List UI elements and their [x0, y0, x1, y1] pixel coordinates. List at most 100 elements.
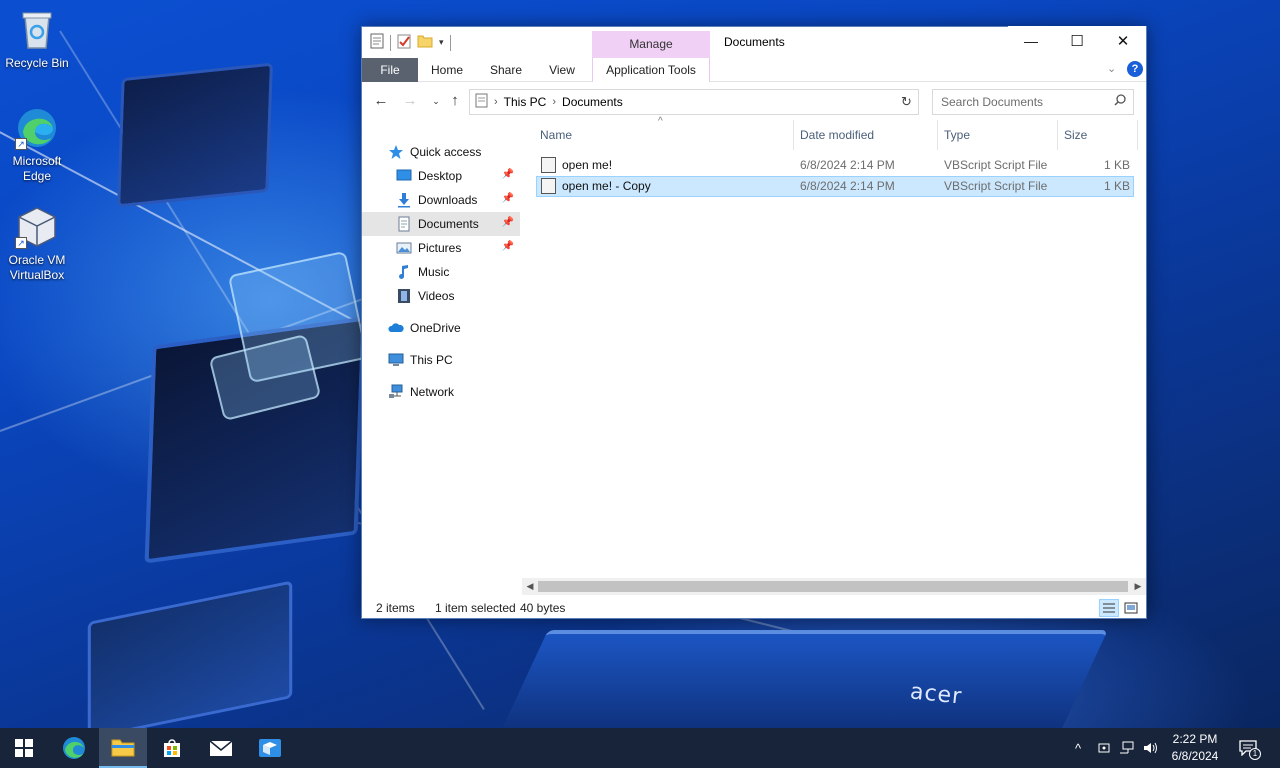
- close-button[interactable]: ✕: [1100, 26, 1146, 57]
- taskbar-store[interactable]: [148, 728, 196, 768]
- clock-time: 2:22 PM: [1172, 732, 1218, 746]
- close-icon: ✕: [1116, 33, 1130, 50]
- edge-icon: [63, 737, 85, 759]
- navigation-pane: Quick access Desktop 📌 Downloads 📌 Docum…: [362, 120, 520, 586]
- taskbar-file-explorer[interactable]: [99, 728, 147, 768]
- pin-icon[interactable]: 📌: [502, 241, 514, 252]
- forward-button[interactable]: →: [400, 90, 420, 112]
- vbscript-file-icon: [541, 178, 556, 194]
- laptop-graphic: [87, 580, 293, 728]
- nav-item-videos[interactable]: Videos: [362, 284, 520, 308]
- tab-home[interactable]: Home: [422, 58, 472, 82]
- taskbar-edge[interactable]: [50, 728, 98, 768]
- minimize-icon: —: [1024, 33, 1038, 49]
- file-type: VBScript Script File: [944, 158, 1048, 172]
- file-row[interactable]: open me! 6/8/2024 2:14 PM VBScript Scrip…: [536, 155, 1134, 176]
- system-clock[interactable]: 2:22 PM 6/8/2024: [1160, 731, 1230, 765]
- nav-item-label: Music: [418, 265, 450, 279]
- details-view-icon: [1103, 603, 1115, 613]
- toolbar-divider: [390, 34, 391, 51]
- show-hidden-icons-button[interactable]: ^: [1068, 728, 1088, 768]
- nav-item-label: Videos: [418, 289, 455, 303]
- breadcrumb-documents[interactable]: Documents: [562, 95, 623, 109]
- tab-view[interactable]: View: [540, 58, 584, 82]
- taskbar: ^ 2:22 PM 6/8/2024 1: [0, 728, 1280, 768]
- desktop-icon-virtualbox[interactable]: ↗ Oracle VM VirtualBox: [0, 205, 74, 283]
- column-header-size[interactable]: Size: [1058, 120, 1138, 150]
- virtualbox-cube-icon: ↗: [15, 205, 59, 249]
- breadcrumb-this-pc[interactable]: This PC: [504, 95, 547, 109]
- column-header-name[interactable]: Name: [534, 120, 794, 150]
- file-row-selected[interactable]: open me! - Copy 6/8/2024 2:14 PM VBScrip…: [536, 176, 1134, 197]
- new-folder-icon[interactable]: [417, 33, 433, 52]
- horizontal-scrollbar[interactable]: ◀ ▶: [522, 578, 1146, 595]
- toolbar-divider: [449, 34, 451, 51]
- shortcut-arrow-icon: ↗: [15, 138, 27, 150]
- nav-item-downloads[interactable]: Downloads 📌: [362, 188, 520, 212]
- window-title: Documents: [724, 35, 785, 49]
- maximize-button[interactable]: ☐: [1054, 26, 1100, 57]
- quick-access-toolbar: ▾: [370, 33, 451, 52]
- properties-icon[interactable]: [370, 33, 384, 52]
- large-icons-view-button[interactable]: [1121, 599, 1141, 617]
- network-tray-icon[interactable]: [1117, 728, 1137, 768]
- scroll-left-icon[interactable]: ◀: [522, 578, 538, 595]
- back-button[interactable]: ←: [371, 90, 391, 112]
- start-button[interactable]: [0, 728, 48, 768]
- taskbar-virtualbox[interactable]: [246, 728, 294, 768]
- customize-dropdown-icon[interactable]: ▾: [439, 37, 444, 48]
- file-size: 1 KB: [1103, 179, 1130, 193]
- search-box[interactable]: [932, 89, 1134, 115]
- details-view-button[interactable]: [1099, 599, 1119, 617]
- search-input[interactable]: [941, 90, 1111, 114]
- breadcrumb-separator-icon: ›: [494, 96, 498, 108]
- action-center-button[interactable]: 1: [1236, 728, 1261, 768]
- pin-icon[interactable]: 📌: [502, 169, 514, 180]
- desktop-icon-label: Oracle VM VirtualBox: [8, 253, 66, 282]
- nav-item-network[interactable]: Network: [362, 380, 520, 404]
- checkmark-icon[interactable]: [397, 33, 411, 52]
- item-count: 2 items: [376, 601, 415, 615]
- tab-share[interactable]: Share: [480, 58, 532, 82]
- nav-item-this-pc[interactable]: This PC: [362, 348, 520, 372]
- nav-item-label: Desktop: [418, 169, 463, 183]
- pin-icon[interactable]: 📌: [502, 217, 514, 228]
- column-header-date-modified[interactable]: Date modified: [794, 120, 938, 150]
- scrollbar-thumb[interactable]: [538, 581, 1128, 592]
- nav-item-label: Quick access: [410, 145, 482, 159]
- search-icon[interactable]: [1114, 94, 1126, 109]
- desktop-folder-icon: [396, 168, 412, 184]
- computer-icon: [388, 352, 404, 368]
- refresh-button[interactable]: ↻: [895, 89, 919, 115]
- manage-tab[interactable]: Manage: [592, 31, 710, 58]
- ribbon-tabs: File Home Share View Application Tools ⌄…: [362, 58, 1146, 82]
- expand-ribbon-icon[interactable]: ⌄: [1107, 62, 1116, 75]
- desktop-icon-recycle-bin[interactable]: Recycle Bin: [0, 8, 74, 71]
- nav-item-music[interactable]: Music: [362, 260, 520, 284]
- help-icon[interactable]: ?: [1127, 61, 1143, 77]
- nav-item-label: OneDrive: [410, 321, 461, 335]
- volume-icon[interactable]: [1140, 728, 1160, 768]
- maximize-icon: ☐: [1070, 33, 1084, 50]
- pin-icon[interactable]: 📌: [502, 193, 514, 204]
- scroll-right-icon[interactable]: ▶: [1130, 578, 1146, 595]
- nav-item-desktop[interactable]: Desktop 📌: [362, 164, 520, 188]
- column-header-type[interactable]: Type: [938, 120, 1058, 150]
- tab-file[interactable]: File: [362, 58, 418, 82]
- laptop-graphic: [492, 630, 1108, 728]
- file-type: VBScript Script File: [944, 179, 1048, 193]
- store-icon: [164, 739, 180, 757]
- tab-application-tools[interactable]: Application Tools: [592, 58, 710, 82]
- minimize-button[interactable]: —: [1008, 26, 1054, 57]
- file-date: 6/8/2024 2:14 PM: [800, 158, 895, 172]
- recent-locations-button[interactable]: ⌄: [426, 90, 446, 112]
- nav-item-quick-access[interactable]: Quick access: [362, 140, 520, 164]
- up-button[interactable]: ↑: [445, 90, 465, 112]
- taskbar-mail[interactable]: [197, 728, 245, 768]
- nav-item-pictures[interactable]: Pictures 📌: [362, 236, 520, 260]
- meet-now-icon[interactable]: [1094, 728, 1114, 768]
- desktop-icon-edge[interactable]: ↗ Microsoft Edge: [0, 106, 74, 184]
- address-bar[interactable]: › This PC › Documents ⌄: [469, 89, 919, 115]
- nav-item-documents[interactable]: Documents 📌: [362, 212, 520, 236]
- nav-item-onedrive[interactable]: OneDrive: [362, 316, 520, 340]
